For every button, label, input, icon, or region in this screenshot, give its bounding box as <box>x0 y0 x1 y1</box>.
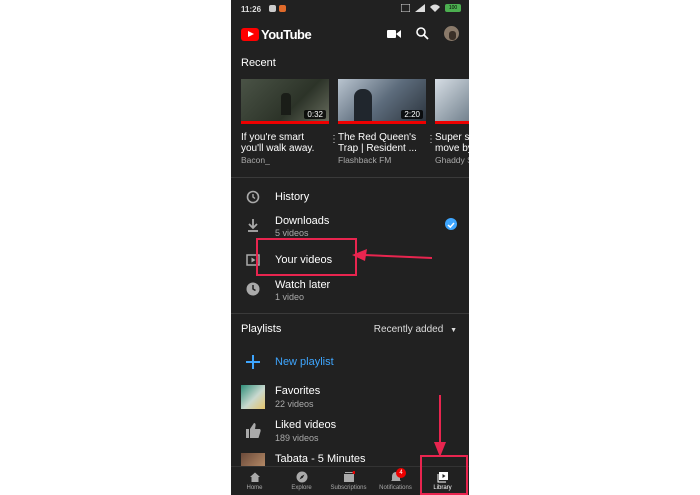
camera-icon[interactable] <box>387 29 401 39</box>
nav-explore-label: Explore <box>291 485 312 491</box>
download-complete-icon <box>445 218 457 230</box>
watch-progress-bar <box>435 121 469 124</box>
battery-icon: 100 <box>445 4 461 12</box>
subscriptions-icon <box>343 471 355 482</box>
video-duration: 2:20 <box>401 110 423 119</box>
downloads-item[interactable]: Downloads 5 videos <box>231 210 469 240</box>
video-thumbnail[interactable] <box>435 79 469 124</box>
status-bar: 11:26 100 <box>231 0 469 20</box>
watch-progress-bar <box>241 121 329 124</box>
video-title-line1[interactable]: Super s <box>435 132 469 143</box>
plus-icon <box>246 355 260 369</box>
chevron-down-icon: ▼ <box>450 327 457 334</box>
video-channel: Flashback FM <box>338 155 392 165</box>
sort-dropdown[interactable]: Recently added ▼ <box>374 324 457 335</box>
playlist-thumbnail <box>241 385 265 409</box>
status-indicators: 100 <box>401 4 461 12</box>
app-bar: YouTube <box>231 20 469 50</box>
watch-progress-bar <box>338 121 426 124</box>
youtube-logo[interactable]: YouTube <box>241 27 312 42</box>
arrow-left-icon <box>352 249 432 261</box>
status-app-icon <box>269 5 276 12</box>
compass-icon <box>296 471 307 483</box>
watch-later-count: 1 video <box>275 292 305 302</box>
notification-icon <box>279 5 286 12</box>
playlist-count: 22 videos <box>275 399 314 409</box>
search-icon[interactable] <box>416 27 429 40</box>
history-label: History <box>275 191 310 203</box>
video-channel: Ghaddy S <box>435 155 469 165</box>
sort-label: Recently added <box>373 324 444 335</box>
arrow-down-icon <box>434 395 446 457</box>
new-playlist-button[interactable]: New playlist <box>231 350 469 374</box>
library-tab-highlight <box>420 455 468 495</box>
clock-icon <box>246 282 260 296</box>
history-icon <box>246 190 260 204</box>
downloads-label: Downloads <box>275 215 330 227</box>
playlists-title: Playlists <box>241 323 282 335</box>
playlist-name: Tabata - 5 Minutes <box>275 453 366 465</box>
status-time: 11:26 <box>241 5 262 14</box>
signal-icon <box>415 4 425 12</box>
playlist-count: 189 videos <box>275 433 319 443</box>
nav-subscriptions[interactable]: Subscriptions <box>325 467 372 495</box>
mute-icon <box>401 4 410 12</box>
recent-video-card[interactable]: Super s move by Ghaddy S <box>435 79 469 165</box>
video-title-line1[interactable]: The Red Queen's <box>338 132 426 143</box>
thumbs-up-icon <box>246 423 261 438</box>
watch-later-label: Watch later <box>275 279 331 291</box>
video-title-line1[interactable]: If you're smart <box>241 132 329 143</box>
nav-home-label: Home <box>246 485 263 491</box>
home-icon <box>249 472 260 482</box>
logo-text: YouTube <box>261 27 312 42</box>
recent-video-card[interactable]: 2:20 The Red Queen's Trap | Resident ...… <box>338 79 436 165</box>
new-playlist-label: New playlist <box>275 356 334 368</box>
nav-explore[interactable]: Explore <box>278 467 325 495</box>
playlist-name: Liked videos <box>275 419 337 431</box>
downloads-count: 5 videos <box>275 228 309 238</box>
divider <box>231 313 469 314</box>
divider <box>231 177 469 178</box>
notifications-badge: 4 <box>396 468 406 478</box>
recent-title: Recent <box>241 57 276 69</box>
video-title-line2[interactable]: you'll walk away. <box>241 143 329 154</box>
avatar[interactable] <box>444 26 459 41</box>
nav-home[interactable]: Home <box>231 467 278 495</box>
video-duration: 0:32 <box>304 110 326 119</box>
youtube-play-icon <box>241 28 259 41</box>
video-title-line2[interactable]: move by <box>435 143 469 154</box>
nav-notifications-label: Notifications <box>379 485 412 491</box>
download-icon <box>248 219 258 232</box>
playlist-name: Favorites <box>275 385 321 397</box>
nav-subscriptions-label: Subscriptions <box>330 485 367 491</box>
recent-videos: 0:32 If you're smart you'll walk away. B… <box>241 79 469 169</box>
recent-video-card[interactable]: 0:32 If you're smart you'll walk away. B… <box>241 79 339 165</box>
wifi-icon <box>430 4 440 12</box>
video-thumbnail[interactable]: 0:32 <box>241 79 329 124</box>
video-title-line2[interactable]: Trap | Resident ... <box>338 143 426 154</box>
watch-later-item[interactable]: Watch later 1 video <box>231 274 469 304</box>
video-channel: Bacon_ <box>241 155 270 165</box>
history-item[interactable]: History <box>231 182 469 212</box>
your-videos-highlight <box>256 238 357 276</box>
video-thumbnail[interactable]: 2:20 <box>338 79 426 124</box>
nav-notifications[interactable]: 4 Notifications <box>372 467 419 495</box>
